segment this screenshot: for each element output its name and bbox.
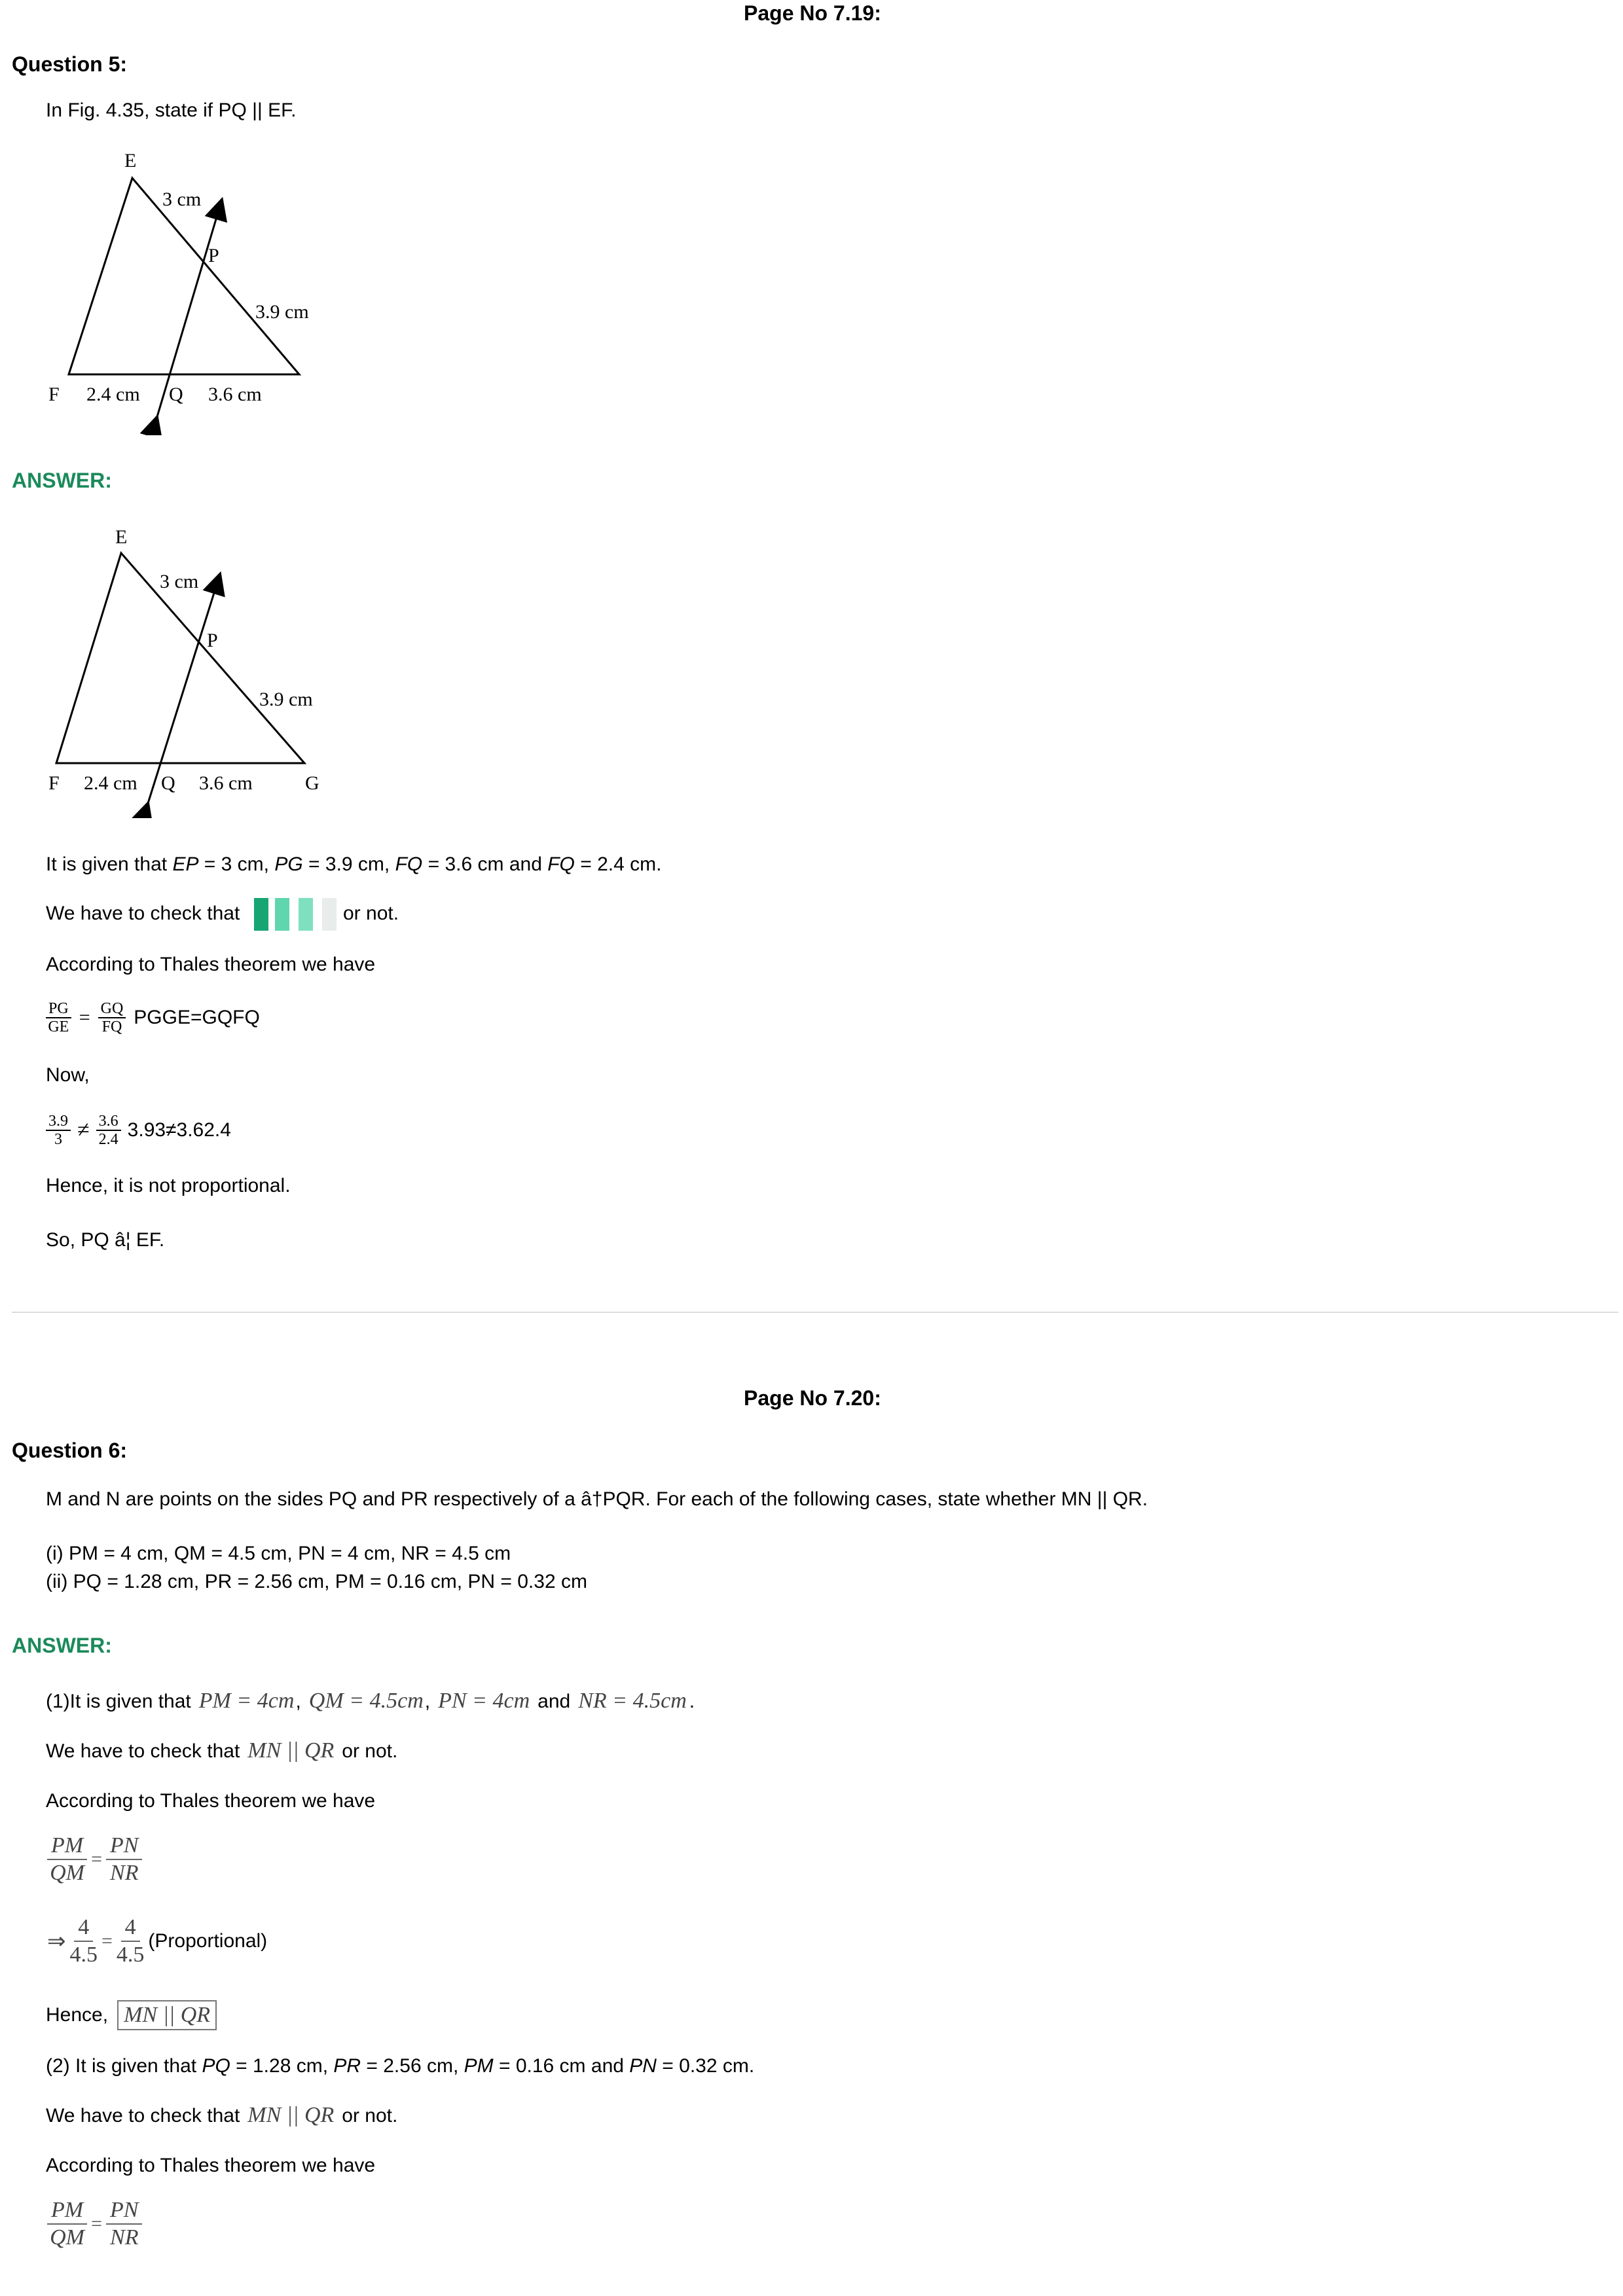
label-pg-length: 3.9 cm bbox=[259, 689, 313, 710]
check-prefix: We have to check that bbox=[46, 903, 240, 924]
label-qg-length: 3.6 cm bbox=[208, 384, 262, 405]
hence-line: Hence, MN || QR bbox=[46, 2000, 217, 2030]
math-pn: PN = 4cm bbox=[438, 1689, 530, 1713]
page-label: Page No 7.20: bbox=[744, 1386, 881, 1410]
fraction: PM QM bbox=[47, 2197, 88, 2251]
ratio-equation: PM QM = PN NR bbox=[47, 2197, 143, 2251]
label-q: Q bbox=[161, 772, 175, 794]
label-fq-length: 2.4 cm bbox=[86, 384, 140, 405]
triangle-figure-answer: E P F Q G 3 cm 3.9 cm 2.4 cm 3.6 cm bbox=[48, 526, 319, 818]
given-line: (2) It is given that PQ = 1.28 cm, PR = … bbox=[46, 2055, 755, 2077]
fraction: PN NR bbox=[106, 1833, 143, 1886]
question-label: Question 5: bbox=[12, 52, 128, 76]
compare-equation: 3.9 3 ≠ 3.6 2.4 3.93≠3.62.4 bbox=[46, 1113, 231, 1148]
question-text: In Fig. 4.35, state if PQ || EF. bbox=[46, 99, 297, 121]
fraction: 4 4.5 bbox=[116, 1915, 145, 1967]
check-suffix: or not. bbox=[343, 903, 399, 924]
math-nr: NR = 4.5cm bbox=[578, 1689, 687, 1713]
section-divider bbox=[12, 1312, 1618, 1313]
hence-text: Hence, it is not proportional. bbox=[46, 1175, 291, 1196]
math-pm: PM = 4cm bbox=[198, 1689, 295, 1713]
label-q: Q bbox=[169, 384, 183, 405]
label-g: G bbox=[305, 772, 319, 794]
label-p: P bbox=[207, 630, 218, 651]
value-equation: ⇒ 4 4.5 = 4 4.5 (Proportional) bbox=[47, 1915, 268, 1967]
fraction: GQ FQ bbox=[98, 1000, 126, 1035]
label-f: F bbox=[48, 384, 60, 405]
label-f: F bbox=[48, 772, 60, 794]
given-line: It is given that EP = 3 cm, PG = 3.9 cm,… bbox=[46, 853, 662, 875]
thales-text: According to Thales theorem we have bbox=[46, 954, 376, 975]
label-ep-length: 3 cm bbox=[162, 188, 201, 210]
fraction: PM QM bbox=[47, 1833, 88, 1886]
page-label: Page No 7.19: bbox=[744, 1, 881, 25]
ratio-equation: PG GE = GQ FQ PGGE=GQFQ bbox=[46, 1000, 260, 1035]
broken-image-fragment bbox=[322, 898, 337, 931]
label-e: E bbox=[115, 526, 127, 548]
fraction: 3.6 2.4 bbox=[96, 1113, 121, 1148]
ratio-plain-text: PGGE=GQFQ bbox=[134, 1007, 260, 1028]
math-qm: QM = 4.5cm bbox=[308, 1689, 424, 1713]
ratio-equation: PM QM = PN NR bbox=[47, 1833, 143, 1886]
label-p: P bbox=[208, 245, 219, 266]
check-line: We have to check that MN || QR or not. bbox=[46, 1738, 398, 1763]
fraction: 4 4.5 bbox=[69, 1915, 98, 1967]
label-fq-length: 2.4 cm bbox=[84, 772, 137, 794]
question-label: Question 6: bbox=[12, 1439, 128, 1462]
case-1: (i) PM = 4 cm, QM = 4.5 cm, PN = 4 cm, N… bbox=[46, 1543, 511, 1564]
fraction: PN NR bbox=[106, 2197, 143, 2251]
thales-text: According to Thales theorem we have bbox=[46, 2155, 376, 2176]
broken-image-fragment bbox=[275, 898, 289, 931]
answer-label: ANSWER: bbox=[12, 469, 112, 492]
broken-image-fragment bbox=[254, 898, 268, 931]
triangle-figure-question: E P F Q 3 cm 3.9 cm 2.4 cm 3.6 cm bbox=[48, 150, 309, 435]
proportional-text: (Proportional) bbox=[148, 1930, 268, 1952]
label-ep-length: 3 cm bbox=[160, 571, 198, 592]
label-e: E bbox=[124, 150, 136, 171]
thales-text: According to Thales theorem we have bbox=[46, 1790, 376, 1812]
fraction: PG GE bbox=[46, 1000, 71, 1035]
question-text: M and N are points on the sides PQ and P… bbox=[46, 1488, 1148, 1510]
label-qg-length: 3.6 cm bbox=[199, 772, 253, 794]
given-line: (1)It is given that PM = 4cm, QM = 4.5cm… bbox=[46, 1689, 695, 1713]
fraction: 3.9 3 bbox=[46, 1113, 71, 1148]
boxed-result: MN || QR bbox=[117, 2000, 217, 2030]
broken-image-fragment bbox=[299, 898, 313, 931]
conclusion-text: So, PQ â¦ EF. bbox=[46, 1229, 165, 1251]
label-pg-length: 3.9 cm bbox=[255, 301, 309, 323]
now-text: Now, bbox=[46, 1064, 90, 1086]
case-2: (ii) PQ = 1.28 cm, PR = 2.56 cm, PM = 0.… bbox=[46, 1571, 587, 1592]
check-line: We have to check that MN || QR or not. bbox=[46, 2103, 398, 2127]
answer-label: ANSWER: bbox=[12, 1634, 112, 1657]
compare-plain-text: 3.93≠3.62.4 bbox=[127, 1119, 231, 1141]
